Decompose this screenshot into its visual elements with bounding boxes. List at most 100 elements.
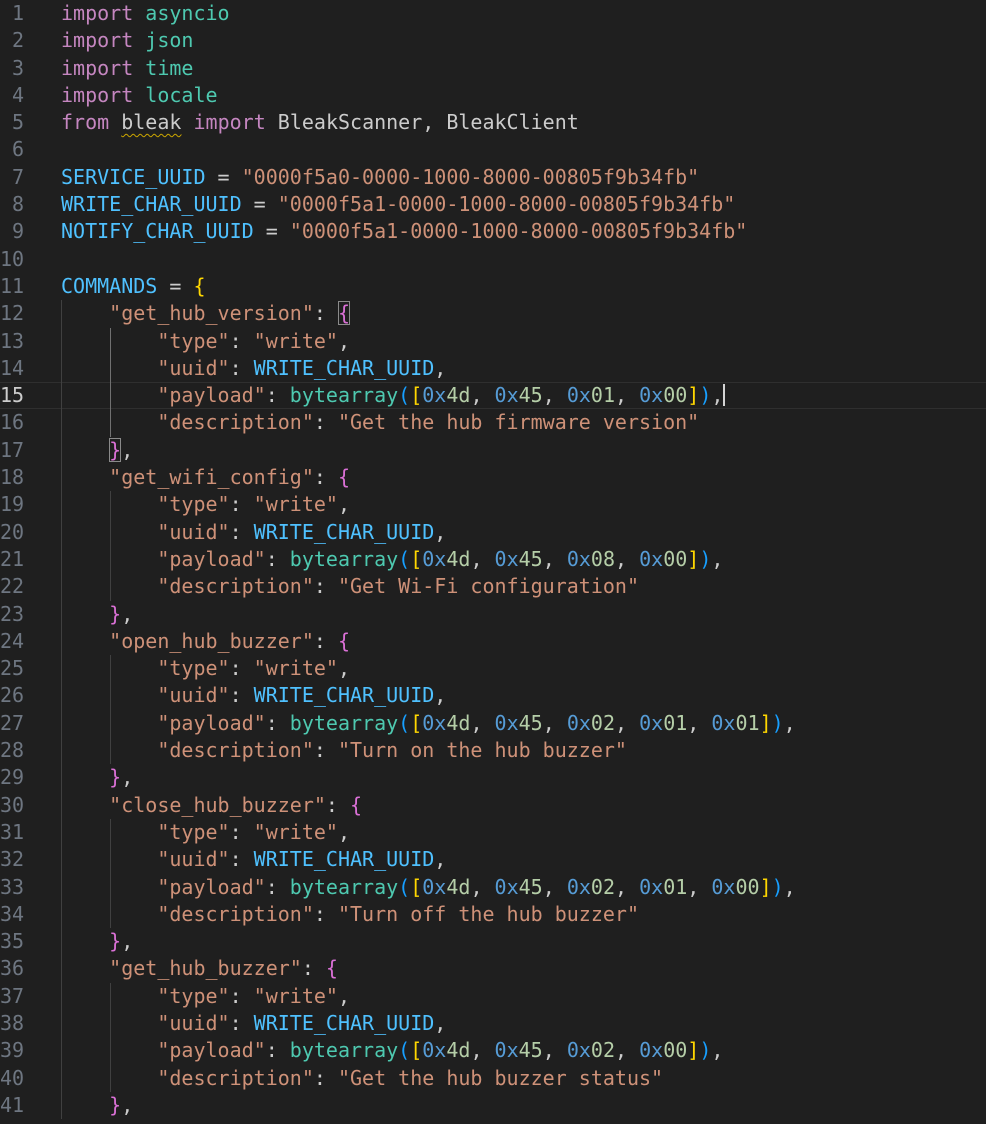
line-number: 24 (0, 628, 25, 653)
code-token: , (121, 929, 134, 954)
code-token: { (193, 273, 206, 298)
code-line[interactable]: 25 "type": "write", (0, 655, 986, 683)
code-text: SERVICE_UUID = "0000f5a0-0000-1000-8000-… (61, 164, 699, 191)
code-line[interactable]: 8 WRITE_CHAR_UUID = "0000f5a1-0000-1000-8… (0, 191, 986, 218)
line-number: 31 (0, 819, 25, 844)
code-token: , (615, 710, 640, 735)
code-line[interactable]: 41 }, (0, 1091, 986, 1120)
code-line[interactable]: 16 "description": "Get the hub firmware … (0, 409, 986, 437)
code-line[interactable]: 15 "payload": bytearray([0x4d, 0x45, 0x0… (0, 382, 986, 410)
code-text: }, (61, 437, 133, 464)
code-line[interactable]: 37 "type": "write", (0, 982, 986, 1010)
line-number: 8 (11, 192, 24, 217)
code-line[interactable]: 9 NOTIFY_CHAR_UUID = "0000f5a1-0000-1000-… (0, 218, 986, 245)
code-text: "get_hub_buzzer": { (61, 955, 338, 982)
code-line[interactable]: 20 "uuid": WRITE_CHAR_UUID, (0, 518, 986, 546)
code-line[interactable]: 7 SERVICE_UUID = "0000f5a0-0000-1000-8000… (0, 164, 986, 191)
code-line[interactable]: 10 (0, 246, 986, 273)
code-token: "0000f5a1-0000-1000-8000-00805f9b34fb" (289, 219, 748, 244)
code-line[interactable]: 14 "uuid": WRITE_CHAR_UUID, (0, 354, 986, 383)
code-token: , (337, 328, 351, 353)
code-token: [ (410, 874, 423, 899)
code-text: "type": "write", (61, 491, 350, 518)
line-number: 19 (0, 492, 25, 517)
code-line[interactable]: 18 "get_wifi_config": { (0, 464, 986, 492)
code-line[interactable]: 5 from bleak import BleakScanner, BleakCl… (0, 109, 986, 136)
code-line[interactable]: 12 "get_hub_version": { (0, 300, 986, 328)
code-line[interactable]: 34 "description": "Turn off the hub buzz… (0, 900, 986, 929)
code-token: } (109, 601, 122, 626)
code-text: WRITE_CHAR_UUID = "0000f5a1-0000-1000-80… (61, 191, 735, 218)
code-line[interactable]: 23 }, (0, 600, 986, 628)
code-token: = (205, 164, 242, 189)
code-text: "uuid": WRITE_CHAR_UUID, (61, 355, 446, 382)
line-number: 10 (0, 246, 25, 271)
code-line[interactable]: 31 "type": "write", (0, 818, 986, 847)
code-token: "open_hub_buzzer" (109, 628, 314, 653)
code-token: , (542, 546, 567, 571)
code-token: , (542, 1038, 567, 1063)
code-text: "get_hub_version": { (61, 300, 350, 327)
code-token: , (615, 874, 640, 899)
code-line[interactable]: 1 import asyncio (0, 0, 986, 27)
code-token: "payload" (157, 710, 266, 735)
code-line[interactable]: 11 COMMANDS = { (0, 273, 986, 300)
code-line[interactable]: 26 "uuid": WRITE_CHAR_UUID, (0, 682, 986, 710)
code-token: : (313, 738, 338, 763)
code-token: : (265, 710, 290, 735)
code-line[interactable]: 22 "description": "Get Wi-Fi configurati… (0, 573, 986, 601)
code-line[interactable]: 32 "uuid": WRITE_CHAR_UUID, (0, 846, 986, 874)
code-line[interactable]: 39 "payload": bytearray([0x4d, 0x45, 0x0… (0, 1037, 986, 1065)
line-number: 13 (0, 328, 25, 353)
code-line[interactable]: 35 }, (0, 928, 986, 956)
code-line[interactable]: 36 "get_hub_buzzer": { (0, 955, 986, 983)
line-number: 9 (11, 219, 24, 244)
code-token: "Get the hub buzzer status" (337, 1065, 664, 1090)
code-line[interactable]: 33 "payload": bytearray([0x4d, 0x45, 0x0… (0, 873, 986, 901)
code-token: import (61, 28, 134, 53)
code-line[interactable]: 13 "type": "write", (0, 327, 986, 355)
code-line[interactable]: 24 "open_hub_buzzer": { (0, 627, 986, 656)
code-line[interactable]: 21 "payload": bytearray([0x4d, 0x45, 0x0… (0, 545, 986, 574)
code-line[interactable]: 40 "description": "Get the hub buzzer st… (0, 1064, 986, 1092)
code-token: 01 (663, 874, 688, 899)
code-line[interactable]: 29 }, (0, 764, 986, 792)
code-line[interactable]: 2 import json (0, 27, 986, 54)
code-token: "payload" (157, 874, 266, 899)
code-token: 02 (590, 1038, 616, 1063)
line-number: 38 (0, 1010, 25, 1035)
code-line[interactable]: 3 import time (0, 55, 986, 82)
code-text: "get_wifi_config": { (61, 464, 350, 491)
code-token: , (434, 683, 447, 708)
code-token: 0x (639, 710, 664, 735)
code-line[interactable]: 17 }, (0, 436, 986, 465)
code-token: "0000f5a0-0000-1000-8000-00805f9b34fb" (241, 164, 700, 189)
code-token: , (687, 710, 712, 735)
code-token: ) (699, 546, 712, 571)
code-line[interactable]: 30 "close_hub_buzzer": { (0, 791, 986, 819)
code-token: 0x (422, 1038, 447, 1063)
code-line[interactable]: 19 "type": "write", (0, 491, 986, 519)
code-token: [ (410, 1038, 423, 1063)
code-line[interactable]: 4 import locale (0, 82, 986, 109)
code-line[interactable]: 6 (0, 136, 986, 163)
code-token: = (241, 192, 278, 217)
code-editor[interactable]: 1 import asyncio 2 import json 3 import time 4… (0, 0, 986, 1124)
line-number: 2 (11, 28, 24, 53)
code-text: import time (61, 55, 193, 82)
code-text: "uuid": WRITE_CHAR_UUID, (61, 846, 446, 873)
code-line[interactable]: 38 "uuid": WRITE_CHAR_UUID, (0, 1009, 986, 1038)
line-number: 20 (0, 519, 25, 544)
code-token: , (470, 710, 495, 735)
code-line[interactable]: 27 "payload": bytearray([0x4d, 0x45, 0x0… (0, 709, 986, 738)
line-number: 1 (11, 1, 24, 25)
code-token: 0x (639, 546, 664, 571)
code-token: 0x (566, 383, 591, 408)
code-text: "payload": bytearray([0x4d, 0x45, 0x08, … (61, 546, 723, 573)
code-line[interactable]: 28 "description": "Turn on the hub buzze… (0, 737, 986, 765)
code-token: 08 (590, 546, 616, 571)
